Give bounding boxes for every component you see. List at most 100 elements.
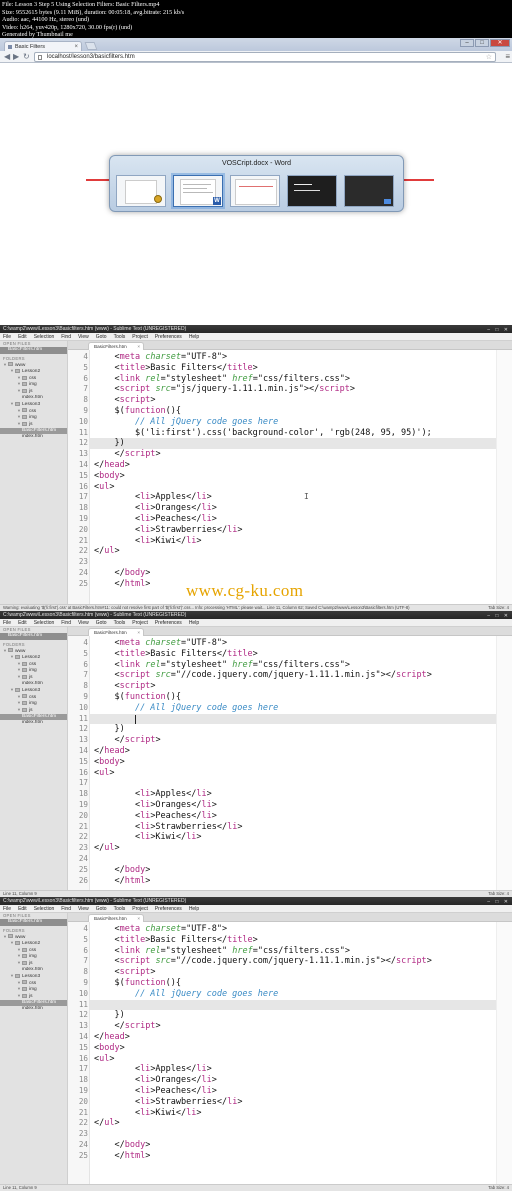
menu-item-edit[interactable]: Edit — [18, 334, 27, 340]
folder-item[interactable]: ▼ js — [0, 421, 67, 428]
code-editor[interactable]: 4 <meta charset="UTF-8"> 5 <title>Basic F… — [68, 350, 512, 604]
menu-item-tools[interactable]: Tools — [114, 906, 126, 912]
menu-item-goto[interactable]: Goto — [96, 906, 107, 912]
folder-item[interactable]: ▼ Lesson3 — [0, 401, 67, 408]
folder-item[interactable]: ▼ Lesson3 — [0, 973, 67, 980]
window-controls[interactable]: – □ ✕ — [487, 898, 510, 905]
folder-item[interactable]: ▼ img — [0, 381, 67, 388]
menu-item-project[interactable]: Project — [132, 334, 148, 340]
menu-item-view[interactable]: View — [78, 620, 89, 626]
switcher-thumbnail[interactable] — [230, 175, 280, 207]
folder-item[interactable]: ▼ www — [0, 934, 67, 941]
reload-icon[interactable]: ↻ — [23, 52, 30, 62]
menu-item-help[interactable]: Help — [189, 620, 199, 626]
file-item[interactable]: index.htm — [0, 720, 67, 727]
folder-item[interactable]: ▼ css — [0, 694, 67, 701]
menu-item-view[interactable]: View — [78, 334, 89, 340]
menu-item-help[interactable]: Help — [189, 906, 199, 912]
back-icon[interactable]: ◀ — [4, 52, 10, 62]
file-item[interactable]: index.htm — [0, 395, 67, 402]
close-window-button[interactable]: ✕ — [490, 39, 510, 47]
folder-item[interactable]: ▼ css — [0, 375, 67, 382]
bookmark-star-icon[interactable]: ☆ — [486, 53, 492, 62]
minimap[interactable] — [496, 636, 512, 890]
menu-item-preferences[interactable]: Preferences — [155, 620, 182, 626]
editor-tab[interactable]: BasicFilters.htm × — [88, 342, 144, 350]
folder-item[interactable]: ▼ Lesson3 — [0, 687, 67, 694]
editor-tab[interactable]: BasicFilters.htm × — [88, 914, 144, 922]
open-file-item[interactable]: BasicFilters.htm — [0, 633, 67, 640]
file-item[interactable]: BasicFilters.htm — [0, 713, 67, 721]
window-controls[interactable]: – □ ✕ — [487, 612, 510, 619]
folder-item[interactable]: ▼ js — [0, 707, 67, 714]
menu-item-preferences[interactable]: Preferences — [155, 906, 182, 912]
browser-menu-icon[interactable]: ≡ — [505, 52, 510, 61]
menu-item-goto[interactable]: Goto — [96, 334, 107, 340]
menu-item-selection[interactable]: Selection — [34, 620, 55, 626]
file-item[interactable]: index.htm — [0, 1006, 67, 1013]
minimap[interactable] — [496, 922, 512, 1184]
file-item[interactable]: BasicFilters.htm — [0, 999, 67, 1007]
maximize-button[interactable]: □ — [475, 39, 489, 47]
folder-item[interactable]: ▼ img — [0, 700, 67, 707]
folder-item[interactable]: ▼ css — [0, 408, 67, 415]
folder-item[interactable]: ▼ img — [0, 986, 67, 993]
menu-item-tools[interactable]: Tools — [114, 620, 126, 626]
close-tab-icon[interactable]: × — [137, 343, 140, 350]
folder-item[interactable]: ▼ js — [0, 960, 67, 967]
menu-item-edit[interactable]: Edit — [18, 906, 27, 912]
folder-item[interactable]: ▼ css — [0, 661, 67, 668]
file-item[interactable]: index.htm — [0, 681, 67, 688]
menu-item-view[interactable]: View — [78, 906, 89, 912]
file-item[interactable]: index.htm — [0, 967, 67, 974]
minimize-button[interactable]: – — [460, 39, 474, 47]
folder-item[interactable]: ▼ www — [0, 362, 67, 369]
switcher-thumbnail[interactable] — [116, 175, 166, 207]
file-item[interactable]: BasicFilters.htm — [0, 427, 67, 435]
code-editor[interactable]: 4 <meta charset="UTF-8"> 5 <title>Basic F… — [68, 636, 512, 890]
menu-item-find[interactable]: Find — [61, 620, 71, 626]
menu-item-file[interactable]: File — [3, 334, 11, 340]
close-tab-icon[interactable]: × — [137, 915, 140, 922]
folder-item[interactable]: ▼ Lesson2 — [0, 368, 67, 375]
folder-item[interactable]: ▼ img — [0, 953, 67, 960]
menu-item-project[interactable]: Project — [132, 906, 148, 912]
menu-item-selection[interactable]: Selection — [34, 334, 55, 340]
folder-item[interactable]: ▼ img — [0, 667, 67, 674]
switcher-thumbnail[interactable] — [344, 175, 394, 207]
folder-item[interactable]: ▼ Lesson2 — [0, 654, 67, 661]
folder-item[interactable]: ▼ css — [0, 980, 67, 987]
code-editor[interactable]: 4 <meta charset="UTF-8"> 5 <title>Basic F… — [68, 922, 512, 1184]
menu-item-file[interactable]: File — [3, 906, 11, 912]
menu-item-edit[interactable]: Edit — [18, 620, 27, 626]
switcher-thumbnail-selected[interactable]: W — [173, 175, 223, 207]
address-bar[interactable]: localhost/lesson3/basicfilters.htm ☆ — [34, 52, 496, 62]
browser-tab[interactable]: Basic Filters × — [4, 41, 82, 51]
folder-item[interactable]: ▼ css — [0, 947, 67, 954]
menu-item-find[interactable]: Find — [61, 334, 71, 340]
menu-item-selection[interactable]: Selection — [34, 906, 55, 912]
menu-item-tools[interactable]: Tools — [114, 334, 126, 340]
file-item[interactable]: index.htm — [0, 434, 67, 441]
menu-item-find[interactable]: Find — [61, 906, 71, 912]
minimap[interactable] — [496, 350, 512, 604]
folder-item[interactable]: ▼ img — [0, 414, 67, 421]
new-tab-button[interactable] — [84, 42, 98, 50]
close-tab-icon[interactable]: × — [137, 629, 140, 636]
editor-tab[interactable]: BasicFilters.htm × — [88, 628, 144, 636]
folder-item[interactable]: ▼ js — [0, 993, 67, 1000]
menu-item-preferences[interactable]: Preferences — [155, 334, 182, 340]
window-controls[interactable]: – □ ✕ — [487, 326, 510, 333]
tab-size-indicator[interactable]: Tab Size: 4 — [488, 1185, 509, 1191]
menu-item-help[interactable]: Help — [189, 334, 199, 340]
forward-icon[interactable]: ▶ — [13, 52, 19, 62]
menu-item-goto[interactable]: Goto — [96, 620, 107, 626]
open-file-item[interactable]: BasicFilters.htm — [0, 347, 67, 354]
folder-item[interactable]: ▼ www — [0, 648, 67, 655]
menu-item-project[interactable]: Project — [132, 620, 148, 626]
folder-item[interactable]: ▼ Lesson2 — [0, 940, 67, 947]
folder-item[interactable]: ▼ js — [0, 674, 67, 681]
switcher-thumbnail[interactable] — [287, 175, 337, 207]
menu-item-file[interactable]: File — [3, 620, 11, 626]
open-file-item[interactable]: BasicFilters.htm — [0, 919, 67, 926]
